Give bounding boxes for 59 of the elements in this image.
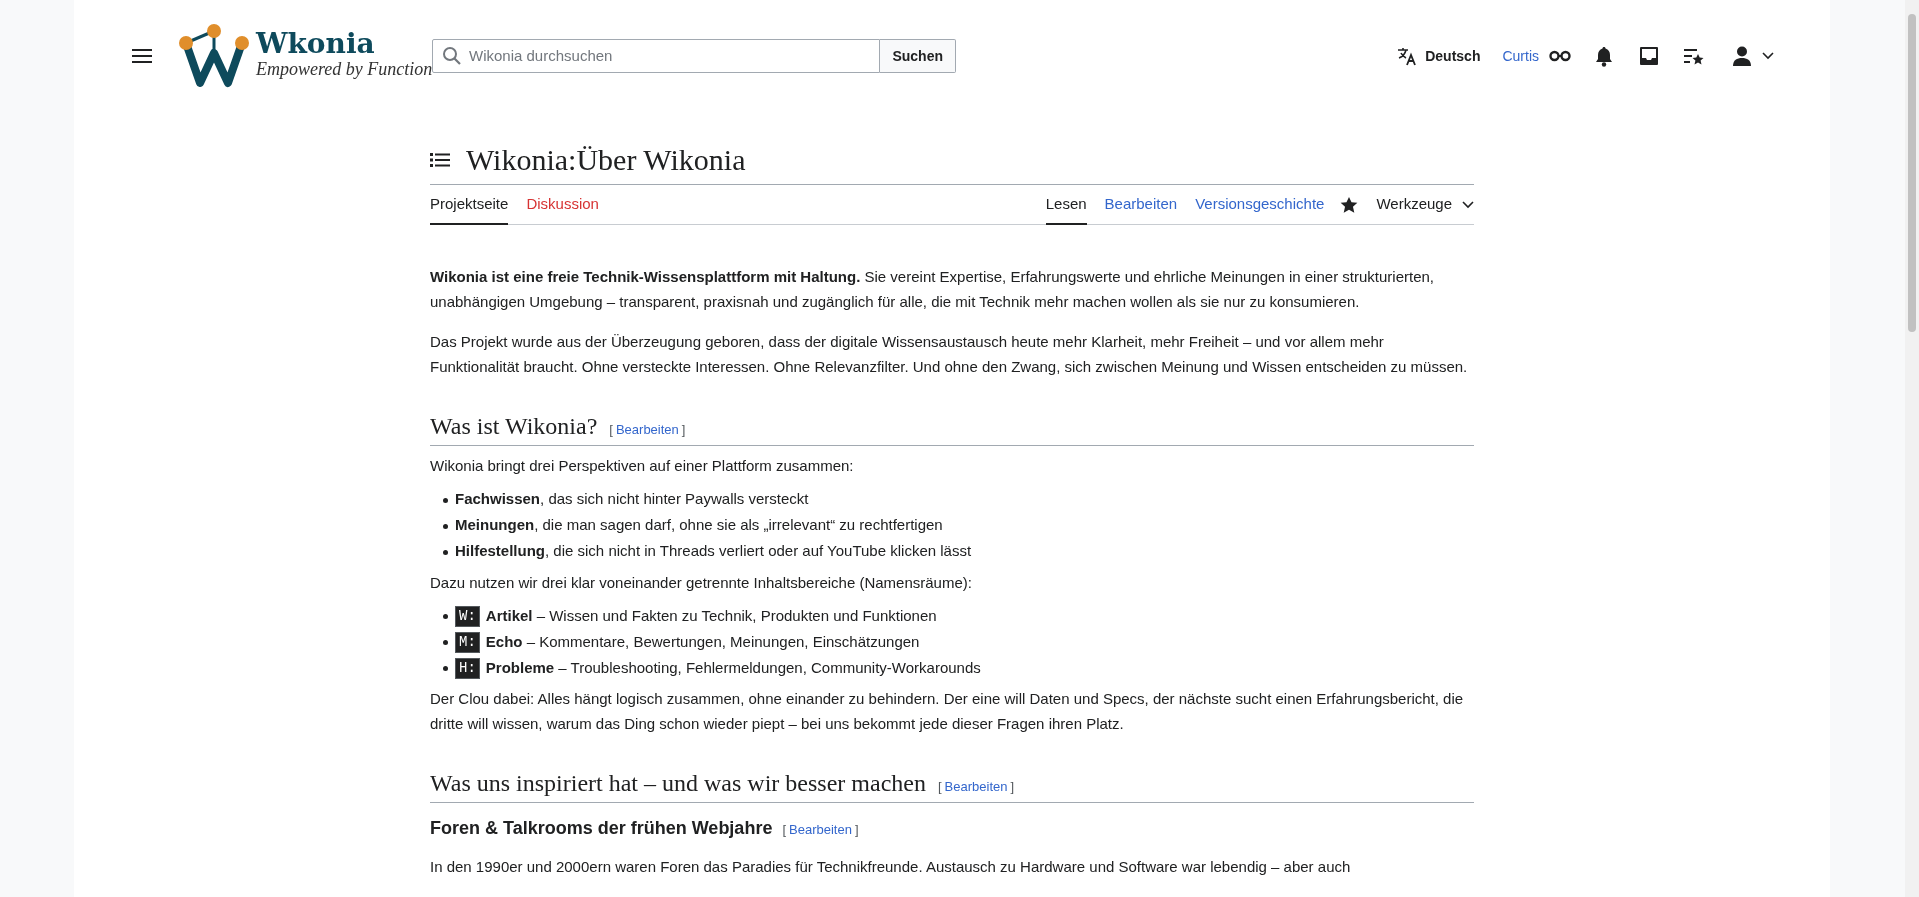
section-heading: Was uns inspiriert hat – und was wir besser machen: [430, 769, 926, 798]
tools-menu[interactable]: Werkzeuge: [1376, 185, 1474, 224]
paragraph: Das Projekt wurde aus der Überzeugung geboren, dass der digitale Wissensaustausch heute mehr Klarheit, mehr Freiheit – und vor allem mehr Funktionalität braucht. Ohne versteckte Interessen. Ohne Relevanzfilter. Und ohne den Zwang, sich zwischen Meinung und Wissen entscheiden zu müssen.: [430, 332, 1469, 377]
bullet: [443, 497, 448, 503]
bracket: ]: [854, 821, 859, 839]
search-button[interactable]: Suchen: [880, 39, 956, 73]
bullet: [443, 666, 448, 671]
page-tab[interactable]: Projektseite: [430, 185, 509, 225]
glasses-icon[interactable]: [1549, 50, 1571, 62]
menu-icon[interactable]: [132, 48, 152, 64]
user-link[interactable]: Curtis: [1502, 45, 1539, 67]
edit-link[interactable]: Bearbeiten: [789, 818, 852, 843]
search-field[interactable]: Wikonia durchsuchen: [432, 39, 881, 73]
chevron-down-icon: [1462, 200, 1474, 209]
star-icon[interactable]: [1340, 195, 1359, 214]
translate-icon[interactable]: [1397, 46, 1418, 66]
bullet: [443, 614, 448, 619]
paragraph: Wikonia ist eine freie Technik-Wissensplattform mit Haltung. Sie vereint Expertise, Erfahrungswerte und ehrliche Meinungen in einer strukturierten, unabhängigen Umgebung – transparent, praxisnah und zugänglich für alle, die mit Technik mehr machen wollen als sie nur zu konsumieren.: [430, 267, 1435, 312]
scrollbar[interactable]: [1905, 0, 1919, 897]
bullet: [443, 549, 448, 555]
page-tab[interactable]: Versionsgeschichte: [1195, 185, 1325, 225]
list-item-text: Hilfestellung, die sich nicht in Threads verliert oder auf YouTube klicken lässt: [455, 541, 972, 562]
user-icon[interactable]: [1732, 46, 1752, 66]
bullet: [443, 640, 448, 645]
search-icon: [442, 46, 462, 66]
language-button[interactable]: Deutsch: [1425, 45, 1481, 67]
site-tagline: Empowered by Function: [256, 59, 433, 79]
list-item-text: Artikel – Wissen und Fakten zu Technik, Produkten und Funktionen: [485, 605, 937, 626]
section-heading: Was ist Wikonia?: [430, 412, 598, 441]
page-tab[interactable]: Lesen: [1045, 185, 1087, 225]
paragraph: Wikonia bringt drei Perspektiven auf einer Plattform zusammen:: [430, 456, 855, 476]
edit-link[interactable]: Bearbeiten: [944, 775, 1008, 800]
list-item-text: Meinungen, die man sagen darf, ohne sie als „irrelevant“ zu rechtfertigen: [455, 515, 943, 536]
bracket: [: [782, 821, 787, 839]
bullet: [443, 523, 448, 529]
list-item-text: Probleme – Troubleshooting, Fehlermeldungen, Community-Workarounds: [485, 657, 981, 678]
paragraph: Dazu nutzen wir drei klar voneinander getrennte Inhaltsbereiche (Namensräume):: [430, 572, 973, 593]
bracket: ]: [681, 421, 686, 439]
contents-icon[interactable]: [430, 152, 450, 168]
namespace-tag: M:: [455, 631, 480, 653]
paragraph: In den 1990er und 2000ern waren Foren das Paradies für Technikfreunde. Austausch zu Hardware und Software war lebendig – aber auch: [430, 856, 1352, 877]
bracket: [: [937, 778, 942, 796]
namespace-tag: H:: [455, 657, 480, 679]
page-tab[interactable]: Bearbeiten: [1104, 185, 1178, 225]
bracket: [: [609, 421, 613, 439]
watchlist-icon[interactable]: [1683, 47, 1704, 65]
page-tab[interactable]: Diskussion: [526, 185, 599, 225]
list-item-text: Echo – Kommentare, Bewertungen, Meinungen, Einschätzungen: [485, 631, 920, 652]
bracket: ]: [1010, 778, 1015, 796]
paragraph: Der Clou dabei: Alles hängt logisch zusammen, ohne einander zu behindern. Der eine will Daten und Specs, der nächste sucht einen Erfahrungsbericht, die dritte will wissen, warum das Ding schon wieder piept – bei uns bekommt jede dieser Fragen ihren Platz.: [430, 689, 1465, 734]
namespace-tag: W:: [455, 605, 480, 627]
chevron-down-icon[interactable]: [1762, 52, 1774, 60]
page-title: Wikonia:Über Wikonia: [466, 142, 746, 178]
site-name[interactable]: Wkonia: [256, 29, 433, 59]
inbox-icon[interactable]: [1639, 46, 1659, 66]
section-heading: Foren & Talkrooms der frühen Webjahre: [430, 817, 773, 840]
bell-icon[interactable]: [1595, 45, 1613, 67]
edit-link[interactable]: Bearbeiten: [615, 418, 679, 443]
list-item-text: Fachwissen, das sich nicht hinter Paywalls versteckt: [455, 489, 809, 510]
